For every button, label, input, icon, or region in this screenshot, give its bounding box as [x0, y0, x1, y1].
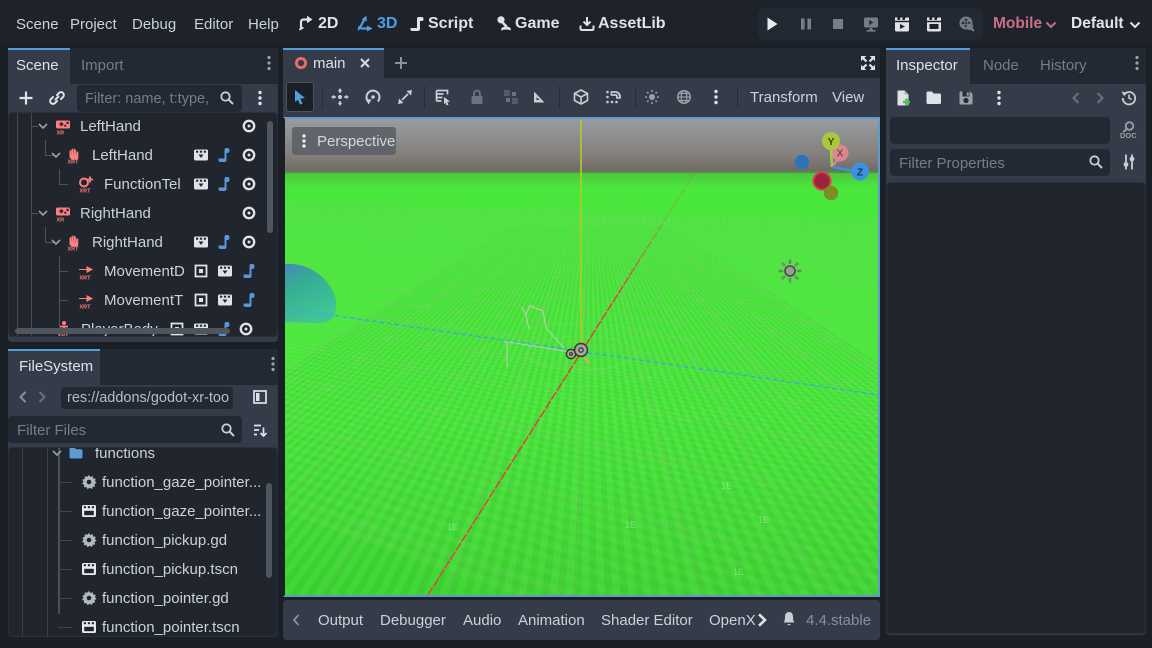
svg-text:Z: Z: [857, 167, 864, 179]
svg-text:1E: 1E: [578, 595, 589, 597]
svg-text:X: X: [837, 149, 844, 160]
svg-text:DOC: DOC: [1120, 131, 1137, 140]
svg-text:XR: XR: [57, 218, 65, 222]
svg-text:XRT: XRT: [80, 305, 92, 309]
svg-text:XRT: XRT: [80, 189, 92, 193]
svg-text:XRT: XRT: [68, 160, 80, 164]
svg-text:XRT: XRT: [80, 276, 92, 280]
svg-text:XRT: XRT: [68, 247, 80, 251]
svg-text:Y: Y: [827, 136, 834, 148]
svg-text:XR: XR: [57, 131, 65, 135]
